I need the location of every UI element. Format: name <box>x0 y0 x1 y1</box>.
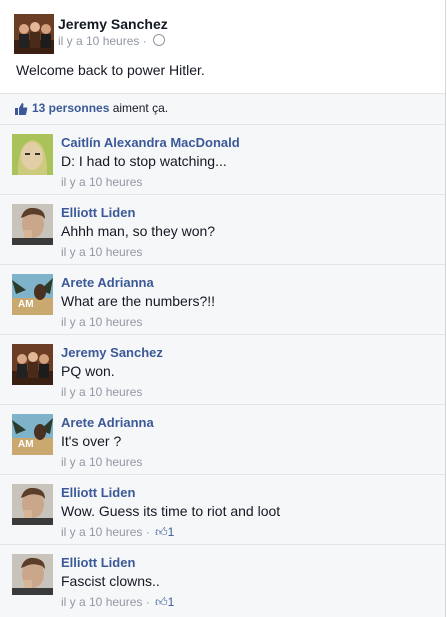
post-author-name[interactable]: Jeremy Sanchez <box>58 16 168 32</box>
thumbs-up-icon <box>14 102 28 121</box>
comments-list: Caitlín Alexandra MacDonald D: I had to … <box>0 124 445 617</box>
comment-avatar[interactable] <box>12 204 53 245</box>
comment-avatar[interactable]: AM <box>12 274 53 315</box>
meta-separator: · <box>142 525 154 539</box>
comment-item: AM Arete Adrianna It's over ? il y a 10 … <box>0 404 445 475</box>
comment-meta: il y a 10 heures · 👍︎1 <box>61 525 174 540</box>
comment-timestamp[interactable]: il y a 10 heures <box>61 525 142 539</box>
comment-timestamp[interactable]: il y a 10 heures <box>61 595 142 609</box>
comment-item: Elliott Liden Fascist clowns.. il y a 10… <box>0 544 445 615</box>
comment-avatar[interactable] <box>12 554 53 595</box>
comment-item: Elliott Liden Ahhh man, so they won? il … <box>0 194 445 265</box>
globe-icon[interactable] <box>153 34 166 46</box>
thumbs-up-icon: 👍︎ <box>155 525 168 539</box>
comment-like-number: 1 <box>167 525 175 539</box>
comment-timestamp[interactable]: il y a 10 heures <box>61 175 142 189</box>
comment-author[interactable]: Jeremy Sanchez <box>61 345 163 360</box>
meta-separator: · <box>139 34 151 48</box>
comment-author[interactable]: Arete Adrianna <box>61 275 154 290</box>
svg-text:AM: AM <box>18 439 34 450</box>
post-timestamp[interactable]: il y a 10 heures <box>58 34 139 48</box>
comment-text: PQ won. <box>61 363 115 379</box>
comment-timestamp[interactable]: il y a 10 heures <box>61 245 142 259</box>
comment-avatar[interactable]: AM <box>12 414 53 455</box>
comment-text: Wow. Guess its time to riot and loot <box>61 503 281 519</box>
comment-author[interactable]: Elliott Liden <box>61 485 135 500</box>
comment-timestamp[interactable]: il y a 10 heures <box>61 385 142 399</box>
comment-avatar[interactable] <box>12 484 53 525</box>
comment-item: Jeremy Sanchez PQ won. il y a 10 heures <box>0 334 445 405</box>
comment-author[interactable]: Elliott Liden <box>61 205 135 220</box>
comment-text: Fascist clowns.. <box>61 573 160 589</box>
comment-like-number: 1 <box>167 595 175 609</box>
comment-text: D: I had to stop watching... <box>61 153 227 169</box>
comment-timestamp[interactable]: il y a 10 heures <box>61 455 142 469</box>
thumbs-up-icon: 👍︎ <box>155 595 168 609</box>
comment-item: AM Arete Adrianna What are the numbers?!… <box>0 264 445 335</box>
comment-text: It's over ? <box>61 433 122 449</box>
comment-like-count[interactable]: 👍︎1 <box>155 525 174 540</box>
post-card: Jeremy Sanchez il y a 10 heures · Welcom… <box>0 0 446 617</box>
svg-text:AM: AM <box>18 299 34 310</box>
likes-suffix: aiment ça. <box>112 101 169 115</box>
meta-separator: · <box>142 595 154 609</box>
comment-text: Ahhh man, so they won? <box>61 223 216 239</box>
comment-timestamp[interactable]: il y a 10 heures <box>61 315 142 329</box>
comment-item: Elliott Liden Wow. Guess its time to rio… <box>0 474 445 545</box>
likes-bar: 13 personnes aiment ça. <box>0 93 445 124</box>
post-author-avatar[interactable] <box>14 14 54 54</box>
comment-avatar[interactable] <box>12 134 53 175</box>
post-meta: il y a 10 heures · <box>58 34 166 48</box>
comment-author[interactable]: Elliott Liden <box>61 555 135 570</box>
comment-item: Caitlín Alexandra MacDonald D: I had to … <box>0 124 445 195</box>
comment-author[interactable]: Arete Adrianna <box>61 415 154 430</box>
comment-like-count[interactable]: 👍︎1 <box>155 595 174 610</box>
likes-count-link[interactable]: 13 personnes <box>32 101 109 115</box>
likes-summary: 13 personnes aiment ça. <box>32 101 168 115</box>
post-text: Welcome back to power Hitler. <box>16 62 205 78</box>
comment-author[interactable]: Caitlín Alexandra MacDonald <box>61 135 240 150</box>
comment-meta: il y a 10 heures · 👍︎1 <box>61 595 174 610</box>
comment-text: What are the numbers?!! <box>61 293 216 309</box>
comment-avatar[interactable] <box>12 344 53 385</box>
